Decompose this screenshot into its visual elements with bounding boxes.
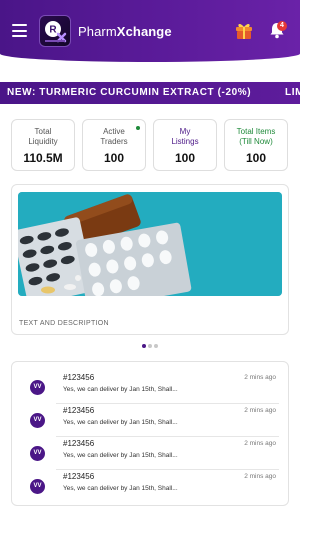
avatar: VV (30, 446, 45, 461)
stat-label-line1: My (179, 127, 191, 136)
stats-row: Total Liquidity 110.5M Active Traders 10… (11, 119, 289, 171)
message-id: #123456 (63, 472, 95, 481)
stat-label: Total Liquidity (12, 127, 74, 147)
stat-my-listings[interactable]: My Listings 100 (153, 119, 217, 171)
avatar: VV (30, 380, 45, 395)
gift-icon[interactable] (234, 20, 254, 40)
divider (56, 403, 279, 404)
recent-messages-card: VV #123456 Yes, we can deliver by Jan 15… (11, 361, 289, 506)
app-logo[interactable]: R (39, 15, 71, 47)
message-row[interactable]: VV #123456 Yes, we can deliver by Jan 15… (22, 438, 279, 470)
banner-caption: TEXT AND DESCRIPTION (19, 320, 109, 327)
menu-icon[interactable] (12, 24, 27, 37)
divider (56, 469, 279, 470)
message-preview: Yes, we can deliver by Jan 15th, Shall..… (63, 419, 178, 426)
stat-label-line2: (Till Now) (239, 137, 273, 146)
stat-value: 110.5M (23, 151, 63, 165)
message-row[interactable]: VV #123456 Yes, we can deliver by Jan 15… (22, 471, 279, 503)
message-row[interactable]: VV #123456 Yes, we can deliver by Jan 15… (22, 405, 279, 437)
message-time: 2 mins ago (244, 374, 276, 381)
message-preview: Yes, we can deliver by Jan 15th, Shall..… (63, 386, 178, 393)
message-row[interactable]: VV #123456 Yes, we can deliver by Jan 15… (22, 372, 279, 404)
stat-value: 100 (245, 151, 267, 165)
online-status-dot (136, 126, 140, 130)
message-id: #123456 (63, 373, 95, 382)
stat-label-line2: Liquidity (28, 137, 58, 146)
avatar: VV (30, 479, 45, 494)
message-id: #123456 (63, 439, 95, 448)
stat-label: Active Traders (83, 127, 145, 147)
news-ticker[interactable]: NEW: TURMERIC CURCUMIN EXTRACT (-20%) LI… (0, 82, 300, 104)
carousel-dot[interactable] (154, 344, 158, 348)
stat-label: My Listings (154, 127, 216, 147)
message-id: #123456 (63, 406, 95, 415)
stat-label-line1: Total Items (236, 127, 276, 136)
avatar: VV (30, 413, 45, 428)
carousel-dot[interactable] (148, 344, 152, 348)
message-preview: Yes, we can deliver by Jan 15th, Shall..… (63, 485, 178, 492)
promo-banner-card: TEXT AND DESCRIPTION (11, 184, 289, 335)
svg-text:R: R (49, 25, 57, 36)
stat-value: 100 (103, 151, 125, 165)
message-time: 2 mins ago (244, 407, 276, 414)
message-time: 2 mins ago (244, 440, 276, 447)
notification-count-badge: 4 (277, 21, 287, 31)
stat-label-line2: Traders (100, 137, 128, 146)
ticker-text: NEW: TURMERIC CURCUMIN EXTRACT (-20%) LI… (7, 87, 300, 98)
stat-active-traders[interactable]: Active Traders 100 (82, 119, 146, 171)
message-time: 2 mins ago (244, 473, 276, 480)
carousel-dot-active[interactable] (142, 344, 146, 348)
app-title-bold: Xchange (116, 24, 172, 39)
message-preview: Yes, we can deliver by Jan 15th, Shall..… (63, 452, 178, 459)
stat-total-liquidity[interactable]: Total Liquidity 110.5M (11, 119, 75, 171)
stat-label-line1: Total (34, 127, 52, 136)
stat-value: 100 (174, 151, 196, 165)
divider (56, 436, 279, 437)
banner-image[interactable] (18, 192, 282, 296)
stat-label-line2: Listings (171, 137, 199, 146)
app-title: PharmXchange (78, 24, 172, 39)
stat-label: Total Items (Till Now) (225, 127, 287, 147)
stat-label-line1: Active (103, 127, 125, 136)
stat-total-items[interactable]: Total Items (Till Now) 100 (224, 119, 288, 171)
app-header: R PharmXchange 4 (0, 0, 300, 62)
app-title-light: Pharm (78, 24, 117, 39)
